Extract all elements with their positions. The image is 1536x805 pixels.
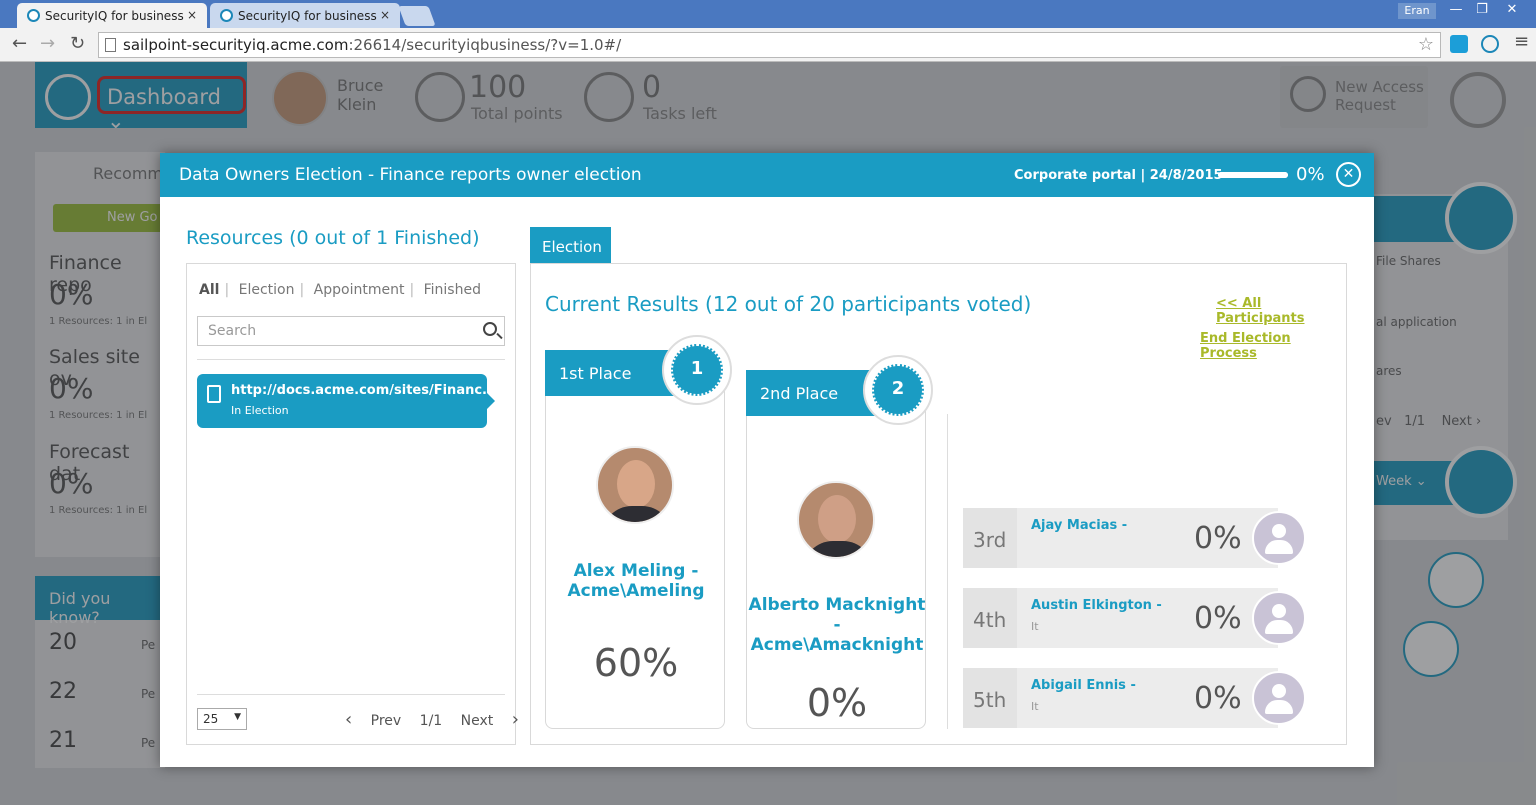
candidate-name-line: Alberto Macknight [748, 595, 926, 615]
user-placeholder-icon [1252, 671, 1306, 725]
end-election-link[interactable]: End Election Process [1200, 331, 1346, 361]
progress-fill [1218, 172, 1288, 178]
tab-election[interactable]: Election [530, 227, 611, 264]
candidate-name-line: Alex Meling - [573, 561, 699, 581]
trophy-icon: 2 [863, 355, 933, 425]
divider [197, 694, 505, 695]
candidate-name-line: Acme\Ameling [567, 581, 705, 601]
back-icon[interactable]: ← [12, 33, 27, 54]
candidate-name: Austin Elkington - [1031, 598, 1162, 613]
rank-row[interactable]: 4th Austin Elkington - It 0% [963, 588, 1306, 648]
browser-user-badge[interactable]: Eran [1398, 3, 1436, 19]
results-title: Current Results (12 out of 20 participan… [545, 292, 1032, 316]
modal-meta: Corporate portal | 24/8/2015 [1014, 168, 1223, 183]
browser-tab-active[interactable]: SecurityIQ for business × [17, 3, 207, 28]
resource-state: In Election [231, 404, 289, 417]
candidate-name: Ajay Macias - [1031, 518, 1128, 533]
browser-tab-bar: SecurityIQ for business × SecurityIQ for… [0, 0, 1536, 28]
page-size-value: 25 [203, 712, 219, 726]
resources-panel: All | Election | Appointment | Finished Sea… [186, 263, 519, 745]
close-icon[interactable]: ✕ [1336, 162, 1361, 187]
rank-label: 5th [963, 668, 1017, 728]
filter-finished[interactable]: Finished [419, 282, 486, 298]
rank-label: 3rd [963, 508, 1017, 568]
resource-filters: All | Election | Appointment | Finished [199, 282, 486, 298]
trophy-rank: 2 [872, 364, 924, 416]
restore-button[interactable]: ❐ [1468, 1, 1496, 19]
vote-percent: 0% [806, 681, 868, 725]
progress-percent: 0% [1296, 164, 1325, 185]
tab-title: SecurityIQ for business [238, 9, 377, 23]
divider [947, 414, 948, 729]
caret-down-icon: ▼ [234, 712, 241, 722]
avatar [596, 446, 674, 524]
menu-icon[interactable]: ≡ [1514, 31, 1529, 52]
tab-close-icon[interactable]: × [187, 8, 197, 22]
filter-all[interactable]: All [199, 282, 224, 298]
app-favicon-icon [220, 9, 233, 22]
forward-icon[interactable]: → [40, 33, 55, 54]
election-modal: Data Owners Election - Finance reports o… [160, 153, 1374, 767]
resources-title: Resources (0 out of 1 Finished) [186, 227, 480, 249]
search-icon[interactable] [483, 322, 497, 336]
progress-bar [1218, 172, 1288, 178]
extension-app-icon[interactable] [1481, 35, 1499, 53]
rank-row[interactable]: 5th Abigail Ennis - It 0% [963, 668, 1306, 728]
chevron-right-icon[interactable]: › [512, 709, 519, 730]
minimize-button[interactable]: — [1442, 1, 1470, 19]
candidate-dept: It [1031, 620, 1039, 633]
next-link[interactable]: Next [461, 713, 494, 729]
filter-appointment[interactable]: Appointment [309, 282, 410, 298]
vote-percent: 60% [593, 641, 679, 685]
browser-toolbar: ← → ↻ sailpoint-securityiq.acme.com:2661… [0, 28, 1536, 62]
all-participants-link[interactable]: << All Participants [1216, 296, 1346, 326]
filter-election[interactable]: Election [234, 282, 300, 298]
search-placeholder: Search [208, 323, 257, 339]
search-input[interactable]: Search [197, 316, 505, 346]
candidate-name: Abigail Ennis - [1031, 678, 1136, 693]
chevron-left-icon[interactable]: ‹ [345, 709, 352, 730]
document-icon [207, 385, 221, 403]
new-tab-button[interactable] [398, 6, 436, 26]
vote-percent: 0% [1194, 681, 1242, 716]
extension-check-icon[interactable] [1450, 35, 1468, 53]
trophy-icon: 1 [662, 335, 732, 405]
second-place-card: 2nd Place 2 Alberto Macknight - Acme\Ama… [746, 355, 933, 729]
browser-tab[interactable]: SecurityIQ for business × [210, 3, 400, 28]
first-place-card: 1st Place 1 Alex Meling - Acme\Ameling 6… [545, 335, 732, 729]
bookmark-star-icon[interactable]: ☆ [1418, 34, 1434, 55]
resource-list-item[interactable]: http://docs.acme.com/sites/Financ... In … [197, 374, 497, 428]
candidate-name[interactable]: Alex Meling - Acme\Ameling [546, 561, 726, 601]
page-size-select[interactable]: 25 ▼ [197, 708, 247, 730]
user-placeholder-icon [1252, 591, 1306, 645]
vote-percent: 0% [1194, 601, 1242, 636]
vote-percent: 0% [1194, 521, 1242, 556]
address-bar[interactable]: sailpoint-securityiq.acme.com:26614/secu… [98, 32, 1441, 58]
reload-icon[interactable]: ↻ [70, 33, 85, 54]
candidate-dept: It [1031, 700, 1039, 713]
resource-url: http://docs.acme.com/sites/Financ... [231, 383, 497, 398]
candidate-name-line: - [833, 615, 841, 635]
prev-link[interactable]: Prev [371, 713, 402, 729]
page-icon [105, 38, 116, 52]
avatar [797, 481, 875, 559]
url-path: :26614/securityiqbusiness/?v=1.0#/ [348, 36, 622, 54]
rank-row[interactable]: 3rd Ajay Macias - 0% [963, 508, 1306, 568]
trophy-rank: 1 [671, 344, 723, 396]
election-panel: Current Results (12 out of 20 participan… [530, 263, 1347, 745]
page-indicator: 1/1 [419, 713, 443, 729]
url-host: sailpoint-securityiq.acme.com [123, 36, 349, 54]
app-favicon-icon [27, 9, 40, 22]
user-placeholder-icon [1252, 511, 1306, 565]
tab-title: SecurityIQ for business [45, 9, 184, 23]
modal-title: Data Owners Election - Finance reports o… [179, 165, 642, 185]
tab-close-icon[interactable]: × [380, 8, 390, 22]
close-window-button[interactable]: ✕ [1498, 1, 1526, 19]
candidate-name-line: Acme\Amacknight [750, 635, 924, 655]
pager: ‹ Prev 1/1 Next › [345, 709, 533, 730]
divider [197, 359, 505, 360]
candidate-name[interactable]: Alberto Macknight - Acme\Amacknight [747, 595, 927, 655]
modal-header: Data Owners Election - Finance reports o… [160, 153, 1374, 197]
rank-label: 4th [963, 588, 1017, 648]
